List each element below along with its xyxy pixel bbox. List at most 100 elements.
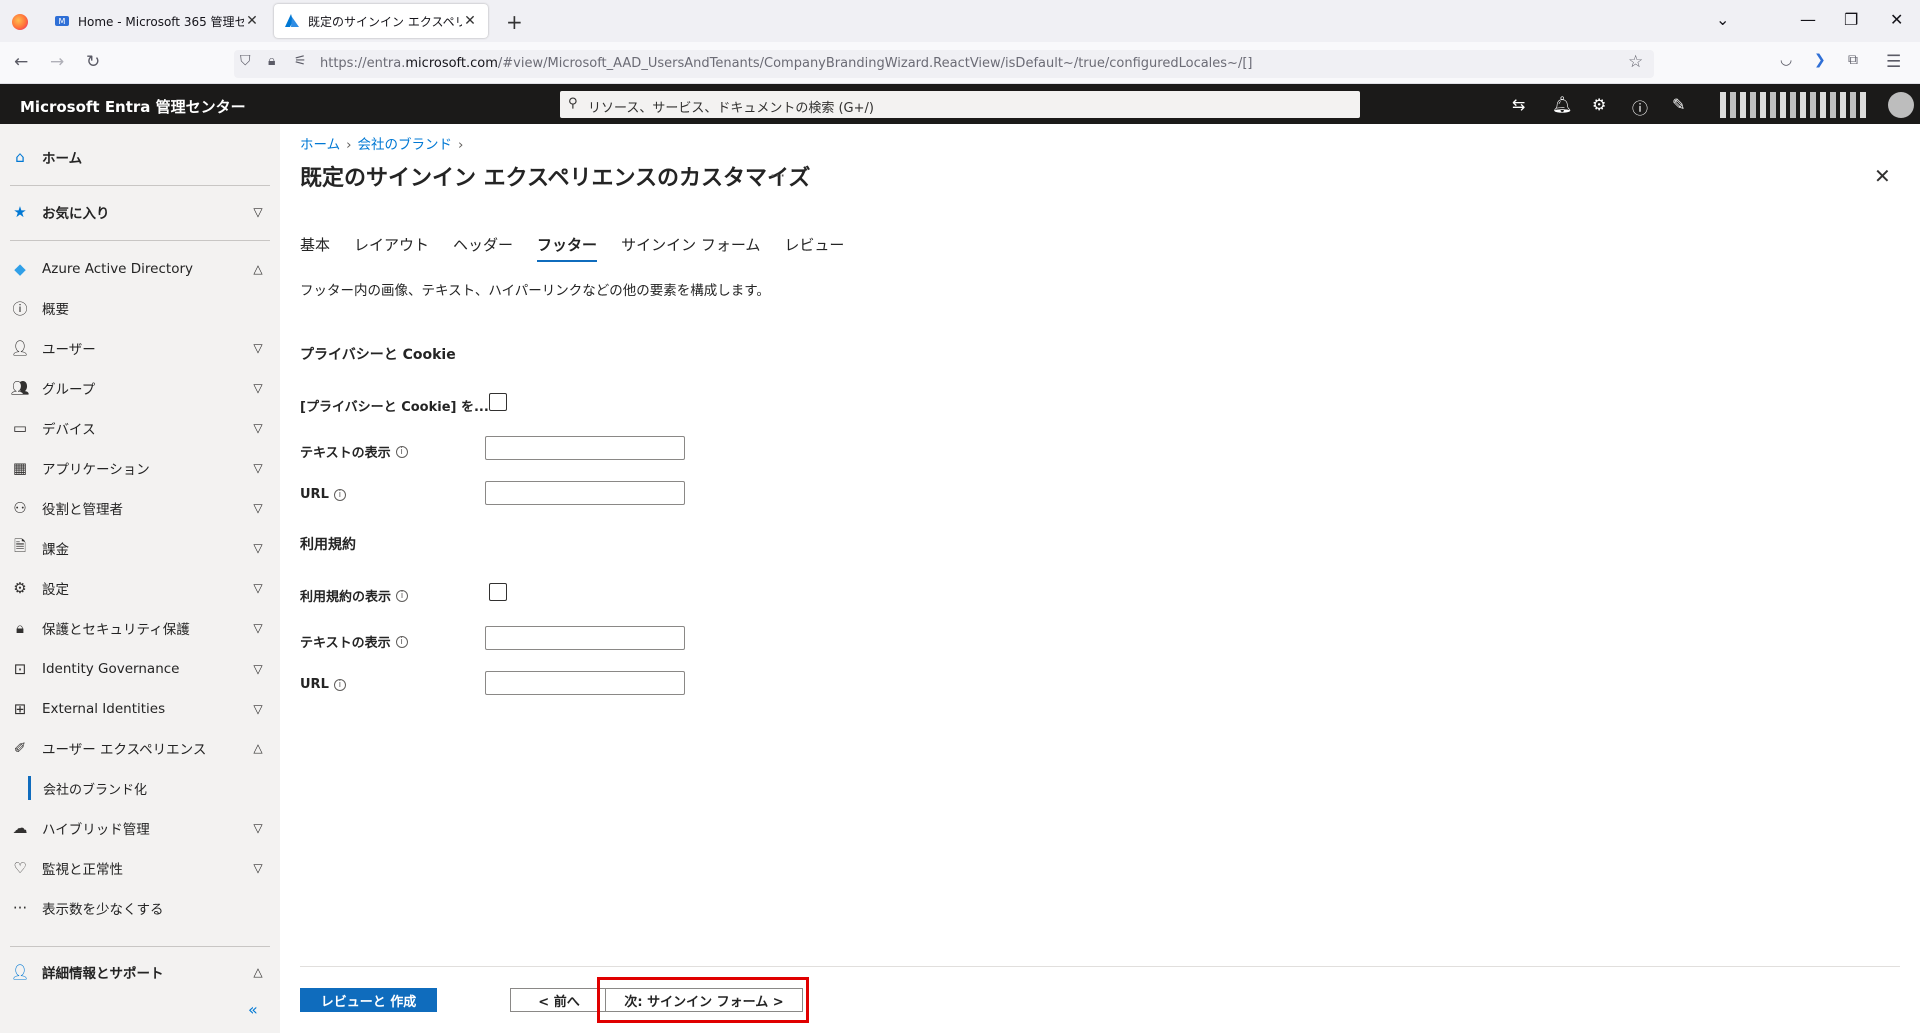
shield-icon[interactable]: ⛉: [240, 53, 251, 69]
tab-footer[interactable]: フッター: [537, 234, 598, 262]
avatar[interactable]: [1888, 92, 1914, 118]
privacy-show-checkbox[interactable]: [489, 393, 507, 411]
sidebar-item-identity-governance[interactable]: ⊡ Identity Governance ▽: [0, 651, 280, 687]
sidebar-item-show-less[interactable]: ··· 表示数を少なくする: [0, 890, 280, 926]
cloud-sync-icon: ☁: [12, 819, 28, 837]
heart-pulse-icon: ♡: [13, 859, 27, 877]
firefox-icon[interactable]: [12, 14, 28, 30]
sidebar-item-favorites[interactable]: ★ お気に入り ▽: [0, 194, 280, 230]
chevron-down-icon: ▽: [253, 621, 263, 635]
sidebar-item-settings[interactable]: ⚙ 設定 ▽: [0, 570, 280, 606]
search-placeholder: リソース、サービス、ドキュメントの検索 (G+/): [588, 101, 874, 116]
directory-switch-icon[interactable]: ⇆: [1512, 95, 1525, 114]
portal-title[interactable]: Microsoft Entra 管理センター: [20, 96, 246, 117]
browser-tab-entra[interactable]: 既定のサインイン エクスペリエンスの ✕: [274, 4, 488, 38]
minimize-icon[interactable]: —: [1800, 10, 1816, 29]
account-name-redacted[interactable]: [1720, 92, 1870, 118]
sidebar-item-company-branding[interactable]: 会社のブランド化: [0, 772, 280, 804]
close-icon[interactable]: ✕: [1874, 164, 1891, 188]
breadcrumb: ホーム › 会社のブランド ›: [300, 133, 469, 153]
forward-icon[interactable]: →: [50, 52, 64, 72]
svg-text:M: M: [59, 17, 66, 26]
terms-show-checkbox[interactable]: [489, 583, 507, 601]
tab-list-icon[interactable]: ⌄: [1716, 10, 1729, 29]
chevron-up-icon: △: [253, 741, 263, 755]
chevron-down-icon: ▽: [253, 541, 263, 555]
previous-button[interactable]: < 前へ: [510, 988, 608, 1012]
back-icon[interactable]: ←: [14, 52, 28, 72]
bookmark-star-icon[interactable]: ☆: [1628, 52, 1643, 72]
window-close-icon[interactable]: ✕: [1890, 10, 1903, 29]
breadcrumb-company-branding[interactable]: 会社のブランド: [358, 137, 453, 153]
sidebar-item-roles[interactable]: ⚇ 役割と管理者 ▽: [0, 490, 280, 526]
more-options-icon[interactable]: ···: [770, 166, 785, 185]
sidebar-item-aad[interactable]: ◆ Azure Active Directory △: [0, 251, 280, 287]
info-icon[interactable]: i: [333, 488, 346, 501]
help-icon[interactable]: ⓘ: [1632, 95, 1648, 119]
star-icon: ★: [13, 203, 27, 221]
wizard-tabs: 基本 レイアウト ヘッダー フッター サインイン フォーム レビュー: [300, 234, 868, 262]
sidebar-item-external-identities[interactable]: ⊞ External Identities ▽: [0, 691, 280, 727]
info-icon[interactable]: i: [333, 678, 346, 691]
collapse-sidebar-icon[interactable]: «: [248, 1000, 258, 1019]
sidebar-item-user-experiences[interactable]: ✐ ユーザー エクスペリエンス △: [0, 730, 280, 766]
extension-arrow-icon[interactable]: ❯: [1814, 52, 1826, 68]
chevron-down-icon: ▽: [253, 501, 263, 515]
tab-description: フッター内の画像、テキスト、ハイパーリンクなどの他の要素を構成します。: [300, 283, 770, 299]
sidebar-item-devices[interactable]: ▭ デバイス ▽: [0, 410, 280, 446]
close-icon[interactable]: ✕: [462, 13, 478, 29]
extensions-icon[interactable]: ⧉: [1848, 52, 1858, 68]
sidebar-item-overview[interactable]: ⓘ 概要: [0, 290, 280, 326]
url-text[interactable]: https://entra.microsoft.com/#view/Micros…: [320, 56, 1252, 71]
sidebar-item-monitoring[interactable]: ♡ 監視と正常性 ▽: [0, 850, 280, 886]
aad-diamond-icon: ◆: [14, 260, 26, 278]
tab-sign-in-form[interactable]: サインイン フォーム: [621, 234, 760, 262]
privacy-url-label: URL i: [300, 487, 346, 502]
review-create-button[interactable]: レビューと 作成: [300, 988, 437, 1012]
feedback-icon[interactable]: ✎: [1672, 95, 1685, 114]
tab-basics[interactable]: 基本: [300, 234, 330, 262]
terms-url-label: URL i: [300, 677, 346, 692]
restore-icon[interactable]: ❐: [1844, 10, 1858, 29]
sidebar-item-billing[interactable]: 🗎︎ 課金 ▽: [0, 530, 280, 566]
sidebar-item-hybrid-management[interactable]: ☁ ハイブリッド管理 ▽: [0, 810, 280, 846]
sidebar-item-learn-support[interactable]: 👤︎ 詳細情報とサポート △: [0, 954, 280, 990]
sidebar-item-applications[interactable]: ▦ アプリケーション ▽: [0, 450, 280, 486]
chevron-down-icon: ▽: [253, 821, 263, 835]
new-tab-icon[interactable]: +: [506, 10, 523, 34]
browser-tab-m365[interactable]: M Home - Microsoft 365 管理センター ✕: [44, 4, 270, 38]
terms-url-input[interactable]: [485, 671, 685, 695]
terms-text-input[interactable]: [485, 626, 685, 650]
close-icon[interactable]: ✕: [244, 13, 260, 29]
info-icon[interactable]: i: [395, 445, 408, 458]
lock-icon[interactable]: 🔒︎: [268, 53, 275, 69]
sidebar-item-home[interactable]: ⌂ ホーム: [0, 139, 280, 175]
tab-layout[interactable]: レイアウト: [354, 234, 429, 262]
breadcrumb-home[interactable]: ホーム: [300, 137, 340, 153]
gear-icon[interactable]: ⚙: [1592, 95, 1606, 114]
sidebar-divider: [10, 240, 270, 241]
tab-header[interactable]: ヘッダー: [453, 234, 513, 262]
privacy-section-heading: プライバシーと Cookie: [300, 347, 456, 363]
reload-icon[interactable]: ↻: [86, 52, 100, 72]
info-icon[interactable]: i: [396, 589, 409, 602]
selected-indicator: [28, 776, 31, 800]
sidebar-item-protection[interactable]: 🔒︎ 保護とセキュリティ保護 ▽: [0, 610, 280, 646]
chevron-down-icon: ▽: [253, 461, 263, 475]
m365-admin-icon: M: [54, 13, 70, 29]
bell-icon[interactable]: 🔔︎: [1552, 95, 1572, 114]
privacy-url-input[interactable]: [485, 481, 685, 505]
privacy-text-input[interactable]: [485, 436, 685, 460]
apps-grid-icon: ▦: [12, 459, 28, 477]
info-icon[interactable]: i: [395, 635, 408, 648]
menu-icon[interactable]: ☰: [1886, 52, 1901, 72]
governance-icon: ⊡: [13, 660, 27, 678]
sidebar-item-groups[interactable]: 👥︎ グループ ▽: [0, 370, 280, 406]
sidebar-item-users[interactable]: 👤︎ ユーザー ▽: [0, 330, 280, 366]
tab-review[interactable]: レビュー: [784, 234, 844, 262]
chevron-right-icon: ›: [458, 137, 464, 153]
permissions-icon[interactable]: ⚟: [294, 53, 307, 69]
terms-section-heading: 利用規約: [300, 537, 356, 553]
pocket-icon[interactable]: ◡: [1780, 52, 1792, 68]
home-icon: ⌂: [15, 148, 25, 166]
